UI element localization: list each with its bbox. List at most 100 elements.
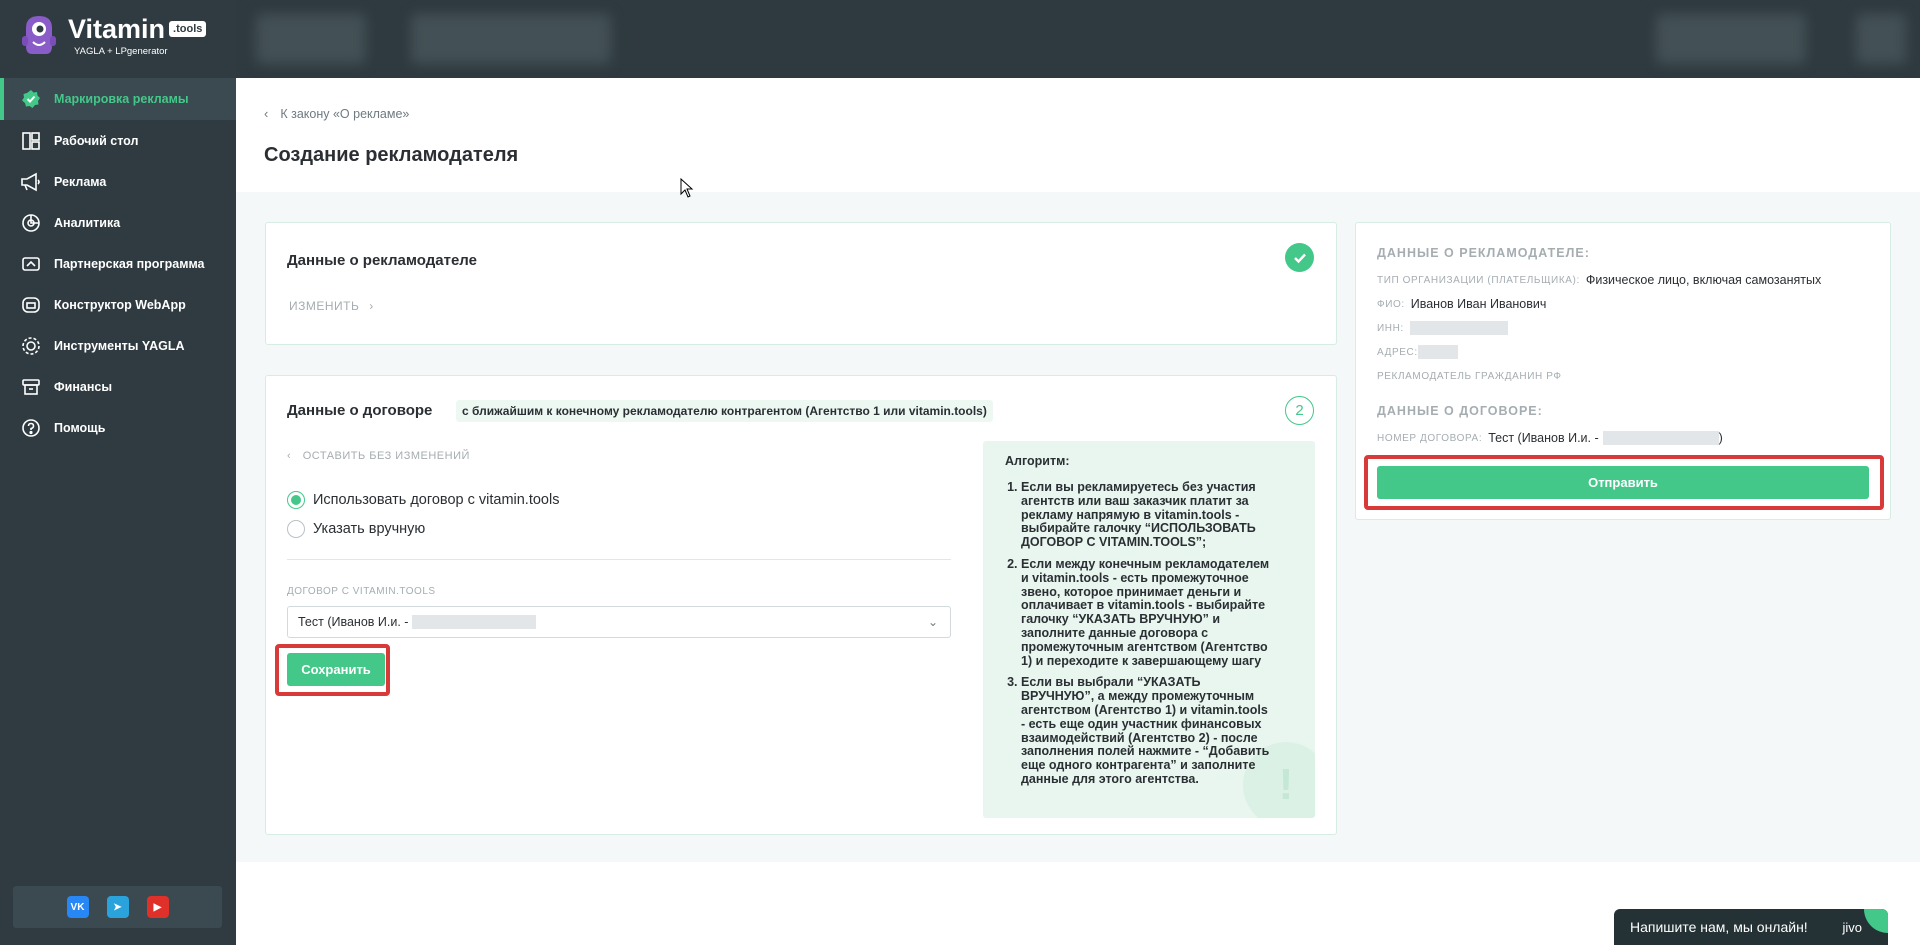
blurred-area <box>1656 14 1806 64</box>
inn-label: ИНН: <box>1377 322 1404 334</box>
jivo-logo: jivo <box>1842 919 1862 935</box>
sidebar-item-ads[interactable]: Реклама <box>0 161 236 202</box>
algorithm-step: Если между конечным рекламодателем и vit… <box>1021 557 1271 668</box>
contract-field-label: ДОГОВОР С VITAMIN.TOOLS <box>287 586 436 597</box>
algorithm-panel: ! Алгоритм: Если вы рекламируетесь без у… <box>983 441 1315 818</box>
fio-row: ФИО: Иванов Иван Иванович <box>1377 297 1546 311</box>
brand-name: Vitamin <box>68 14 166 44</box>
radio-button[interactable] <box>287 520 305 538</box>
back-link[interactable]: ‹ К закону «О рекламе» <box>264 106 409 121</box>
sidebar-item-help[interactable]: Помощь <box>0 407 236 448</box>
contract-number-label: НОМЕР ДОГОВОРА: <box>1377 432 1483 444</box>
citizen-label: РЕКЛАМОДАТЕЛЬ ГРАЖДАНИН РФ <box>1377 371 1562 382</box>
chevron-left-icon: ‹ <box>264 106 269 121</box>
keep-unchanged-link[interactable]: ‹ ОСТАВИТЬ БЕЗ ИЗМЕНЕНИЙ <box>287 450 470 462</box>
address-row: АДРЕС: <box>1377 345 1458 359</box>
sidebar-item-label: Аналитика <box>54 215 121 230</box>
citizen-row: РЕКЛАМОДАТЕЛЬ ГРАЖДАНИН РФ <box>1377 371 1568 382</box>
contract-hint-tag: с ближайшим к конечному рекламодателю ко… <box>456 400 993 422</box>
contract-select[interactable]: Тест (Иванов И.и. - ⌄ <box>287 606 951 638</box>
sidebar-item-finance[interactable]: Финансы <box>0 366 236 407</box>
org-type-row: ТИП ОРГАНИЗАЦИИ (ПЛАТЕЛЬЩИКА): Физическо… <box>1377 273 1821 287</box>
divider <box>287 559 951 560</box>
analytics-icon <box>20 212 42 234</box>
sidebar-item-label: Реклама <box>54 174 107 189</box>
inn-row: ИНН: <box>1377 321 1508 335</box>
telegram-icon[interactable]: ➤ <box>106 896 129 918</box>
step-indicator: 2 <box>1285 396 1314 425</box>
top-bar <box>236 0 1920 78</box>
sidebar-item-partner[interactable]: Партнерская программа <box>0 243 236 284</box>
sidebar-item-dashboard[interactable]: Рабочий стол <box>0 120 236 161</box>
mascot-logo-icon <box>22 16 56 54</box>
highlight-frame <box>1364 455 1884 510</box>
vk-icon[interactable]: VK <box>66 896 89 918</box>
sidebar-item-label: Инструменты YAGLA <box>54 338 185 353</box>
chat-indicator <box>1864 909 1888 933</box>
builder-icon <box>20 294 42 316</box>
sidebar-item-ad-marking[interactable]: Маркировка рекламы <box>0 78 236 120</box>
keep-unchanged-label: ОСТАВИТЬ БЕЗ ИЗМЕНЕНИЙ <box>302 450 470 462</box>
help-icon <box>20 417 42 439</box>
chat-widget[interactable]: Напишите нам, мы онлайн! jivo <box>1614 909 1888 945</box>
masked-value <box>412 615 537 629</box>
contract-number-value: Тест (Иванов И.и. - <box>1488 431 1599 445</box>
chevron-left-icon: ‹ <box>287 450 292 462</box>
page-title: Создание рекламодателя <box>264 144 519 166</box>
sidebar-item-analytics[interactable]: Аналитика <box>0 202 236 243</box>
sidebar-item-webapp[interactable]: Конструктор WebApp <box>0 284 236 325</box>
chevron-down-icon: ⌄ <box>927 615 938 629</box>
blurred-area <box>256 14 366 64</box>
logo[interactable]: Vitamin .tools YAGLA + LPgenerator <box>20 14 207 57</box>
tools-icon <box>20 335 42 357</box>
back-link-label: К закону «О рекламе» <box>280 106 410 121</box>
masked-value <box>1602 431 1719 445</box>
org-type-label: ТИП ОРГАНИЗАЦИИ (ПЛАТЕЛЬЩИКА): <box>1377 274 1580 286</box>
sidebar-item-label: Маркировка рекламы <box>54 92 189 106</box>
radio-label: Указать вручную <box>313 521 426 537</box>
select-value: Тест (Иванов И.и. - <box>298 615 409 629</box>
algorithm-title: Алгоритм: <box>1005 454 1070 468</box>
brand-subtitle: YAGLA + LPgenerator <box>74 46 168 57</box>
partner-icon <box>20 253 42 275</box>
edit-advertiser-link[interactable]: ИЗМЕНИТЬ › <box>289 299 374 313</box>
algorithm-step: Если вы рекламируетесь без участия агент… <box>1021 480 1271 550</box>
blurred-area <box>411 14 611 64</box>
dashboard-icon <box>20 130 42 152</box>
radio-specify-manually[interactable]: Указать вручную <box>287 520 425 538</box>
radio-button[interactable] <box>287 491 305 509</box>
sidebar-item-label: Партнерская программа <box>54 256 205 271</box>
sidebar-item-label: Помощь <box>54 420 106 435</box>
contract-number-tail: ) <box>1718 431 1723 445</box>
megaphone-icon <box>20 171 42 193</box>
fio-label: ФИО: <box>1377 298 1405 310</box>
sidebar: Vitamin .tools YAGLA + LPgenerator Марки… <box>0 0 236 945</box>
sidebar-item-yagla-tools[interactable]: Инструменты YAGLA <box>0 325 236 366</box>
social-links: VK ➤ ▶ <box>13 886 222 928</box>
chevron-right-icon: › <box>369 299 374 313</box>
algorithm-step: Если вы выбрали “УКАЗАТЬ ВРУЧНУЮ”, а меж… <box>1021 675 1271 786</box>
contract-card: Данные о договоре с ближайшим к конечном… <box>265 375 1337 835</box>
address-label: АДРЕС: <box>1377 346 1418 358</box>
advertiser-card: Данные о рекламодателе ИЗМЕНИТЬ › <box>265 222 1337 345</box>
highlight-frame <box>275 644 390 696</box>
sidebar-item-label: Рабочий стол <box>54 133 139 148</box>
masked-value <box>1409 321 1508 335</box>
mouse-cursor-icon <box>680 178 694 198</box>
summary-contract-heading: ДАННЫЕ О ДОГОВОРЕ: <box>1377 404 1543 418</box>
sidebar-nav: Маркировка рекламы Рабочий стол Реклама … <box>0 78 236 448</box>
youtube-icon[interactable]: ▶ <box>146 896 169 918</box>
org-type-value: Физическое лицо, включая самозанятых <box>1585 273 1822 287</box>
edit-label: ИЗМЕНИТЬ <box>289 299 360 313</box>
summary-card: ДАННЫЕ О РЕКЛАМОДАТЕЛЕ: ТИП ОРГАНИЗАЦИИ … <box>1355 222 1891 520</box>
advertiser-card-title: Данные о рекламодателе <box>287 252 477 269</box>
page-header: ‹ К закону «О рекламе» Создание рекламод… <box>236 78 1920 192</box>
contract-card-title: Данные о договоре <box>287 402 433 419</box>
contract-number-row: НОМЕР ДОГОВОРА: Тест (Иванов И.и. - ) <box>1377 431 1723 445</box>
radio-use-vitamin-contract[interactable]: Использовать договор с vitamin.tools <box>287 491 559 509</box>
check-icon <box>1285 243 1314 272</box>
brand-badge: .tools <box>169 21 207 37</box>
blurred-area <box>1856 14 1906 64</box>
summary-advertiser-heading: ДАННЫЕ О РЕКЛАМОДАТЕЛЕ: <box>1377 246 1590 260</box>
masked-value <box>1417 345 1458 359</box>
